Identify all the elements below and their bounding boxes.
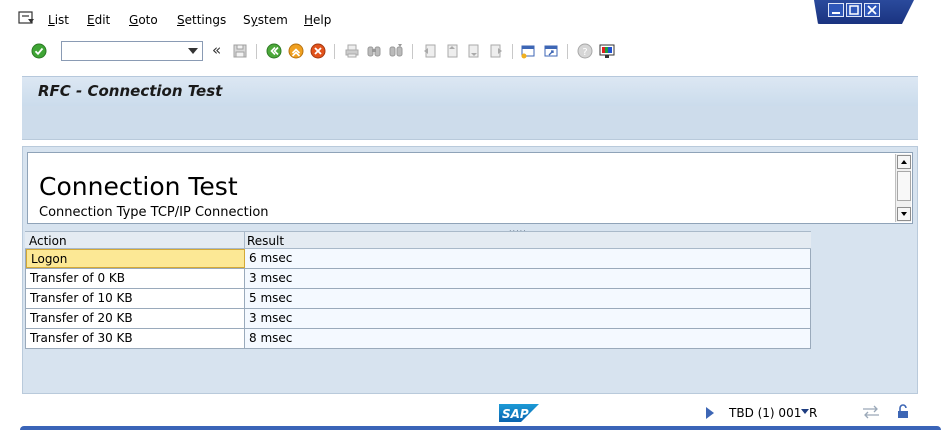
system-dropdown-icon[interactable] (801, 409, 809, 414)
help-icon[interactable]: ? (577, 43, 593, 59)
back-icon[interactable] (266, 43, 282, 59)
scroll-thumb[interactable] (897, 171, 911, 201)
cell-action[interactable]: Transfer of 30 KB (26, 329, 245, 348)
scroll-up-icon[interactable] (897, 155, 911, 169)
create-session-icon[interactable] (520, 43, 536, 59)
next-page-icon[interactable] (466, 43, 482, 59)
scroll-down-icon[interactable] (897, 207, 911, 221)
sap-gui-window: List Edit Goto Settings System Help « ? … (0, 0, 941, 430)
menu-help[interactable]: Help (304, 13, 331, 27)
cell-action[interactable]: Transfer of 10 KB (26, 289, 245, 308)
first-page-icon[interactable] (422, 43, 438, 59)
table-row[interactable]: Transfer of 30 KB 8 msec (25, 329, 811, 349)
menu-edit[interactable]: Edit (87, 13, 110, 27)
screen-title-bar: RFC - Connection Test (22, 76, 918, 106)
status-details-icon[interactable] (706, 407, 714, 419)
connection-type-text: Connection Type TCP/IP Connection (39, 205, 269, 220)
toolbar-separator (334, 44, 335, 59)
menu-goto[interactable]: Goto (129, 13, 158, 27)
cell-action[interactable]: Transfer of 0 KB (26, 269, 245, 288)
toolbar-separator (412, 44, 413, 59)
exit-icon[interactable] (288, 43, 304, 59)
table-row[interactable]: Transfer of 0 KB 3 msec (25, 269, 811, 289)
minimize-icon (832, 12, 840, 14)
result-header-panel: Connection Test Connection Type TCP/IP C… (27, 152, 913, 224)
main-content: Connection Test Connection Type TCP/IP C… (22, 146, 918, 394)
last-page-icon[interactable] (488, 43, 504, 59)
menu-system[interactable]: System (243, 13, 288, 27)
svg-text:?: ? (582, 47, 587, 58)
close-button[interactable] (864, 3, 880, 17)
shortcut-icon[interactable] (543, 43, 559, 59)
command-input[interactable] (62, 42, 182, 60)
window-bottom-border (20, 426, 941, 430)
cancel-icon[interactable] (310, 43, 326, 59)
find-next-icon[interactable] (388, 43, 404, 59)
cell-action[interactable]: Logon (26, 249, 245, 268)
find-icon[interactable] (366, 43, 382, 59)
vertical-scrollbar[interactable] (895, 154, 911, 222)
cell-result[interactable]: 3 msec (245, 269, 810, 288)
save-icon[interactable] (232, 43, 248, 59)
svg-text:SAP: SAP (502, 407, 529, 421)
collapse-toolbar-button[interactable]: « (212, 41, 221, 59)
cell-result[interactable]: 8 msec (245, 329, 810, 348)
minimize-button[interactable] (828, 3, 844, 17)
toolbar-separator (256, 44, 257, 59)
table-row[interactable]: Transfer of 10 KB 5 msec (25, 289, 811, 309)
table-row[interactable]: Logon 6 msec (25, 249, 811, 269)
menu-list[interactable]: List (48, 13, 69, 27)
cell-action[interactable]: Transfer of 20 KB (26, 309, 245, 328)
print-icon[interactable] (344, 43, 360, 59)
maximize-icon (849, 5, 859, 15)
cell-result[interactable]: 5 msec (245, 289, 810, 308)
application-toolbar (22, 106, 918, 140)
result-heading: Connection Test (39, 172, 238, 201)
customize-layout-icon[interactable] (599, 43, 615, 59)
standard-toolbar: « ? (0, 36, 941, 66)
chevron-down-icon[interactable] (188, 48, 198, 54)
page-title: RFC - Connection Test (38, 82, 223, 100)
enter-check-icon[interactable] (31, 43, 47, 59)
insert-overwrite-icon[interactable] (862, 405, 880, 419)
table-row[interactable]: Transfer of 20 KB 3 msec (25, 309, 811, 329)
cell-result[interactable]: 6 msec (245, 249, 810, 268)
table-header: Action Result (25, 231, 811, 249)
previous-page-icon[interactable] (444, 43, 460, 59)
sap-logo: SAP (499, 404, 539, 422)
menu-settings[interactable]: Settings (177, 13, 226, 27)
cell-result[interactable]: 3 msec (245, 309, 810, 328)
command-field[interactable] (61, 41, 203, 61)
menu-bar: List Edit Goto Settings System Help (0, 0, 941, 36)
toolbar-separator (512, 44, 513, 59)
close-icon (867, 5, 877, 15)
lock-icon[interactable] (895, 403, 911, 419)
column-header-result[interactable]: Result (244, 231, 284, 249)
results-table: Action Result Logon 6 msec Transfer of 0… (25, 231, 811, 349)
menu-toggle-icon[interactable] (18, 10, 36, 26)
maximize-button[interactable] (846, 3, 862, 17)
toolbar-separator (567, 44, 568, 59)
window-controls (814, 0, 914, 24)
column-header-action[interactable]: Action (29, 234, 67, 248)
